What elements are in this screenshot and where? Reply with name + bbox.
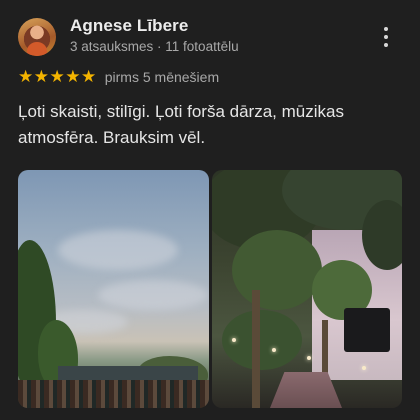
author-avatar[interactable]	[18, 18, 56, 56]
author-meta: 3 atsauksmes · 11 fotoattēlu	[70, 39, 239, 54]
more-vertical-icon-dot	[384, 35, 388, 39]
star-icon: ★	[18, 67, 34, 86]
review-photo-1[interactable]	[18, 170, 209, 408]
star-icon: ★	[81, 67, 97, 86]
more-vertical-icon	[384, 27, 388, 31]
review-photo-2[interactable]	[212, 170, 402, 408]
star-icon: ★	[33, 67, 49, 86]
star-icon: ★	[49, 67, 65, 86]
review-card: Agnese Lībere 3 atsauksmes · 11 fotoattē…	[0, 0, 420, 420]
star-rating: ★ ★ ★ ★ ★ pirms 5 mēnešiem	[18, 67, 219, 87]
more-options-button[interactable]	[374, 24, 398, 50]
more-vertical-icon-dot	[384, 43, 388, 47]
author-name[interactable]: Agnese Lībere	[70, 16, 188, 36]
star-icon: ★	[65, 67, 81, 86]
review-time: pirms 5 mēnešiem	[104, 69, 220, 85]
review-text: Ļoti skaisti, stilīgi. Ļoti forša dārza,…	[18, 102, 344, 147]
